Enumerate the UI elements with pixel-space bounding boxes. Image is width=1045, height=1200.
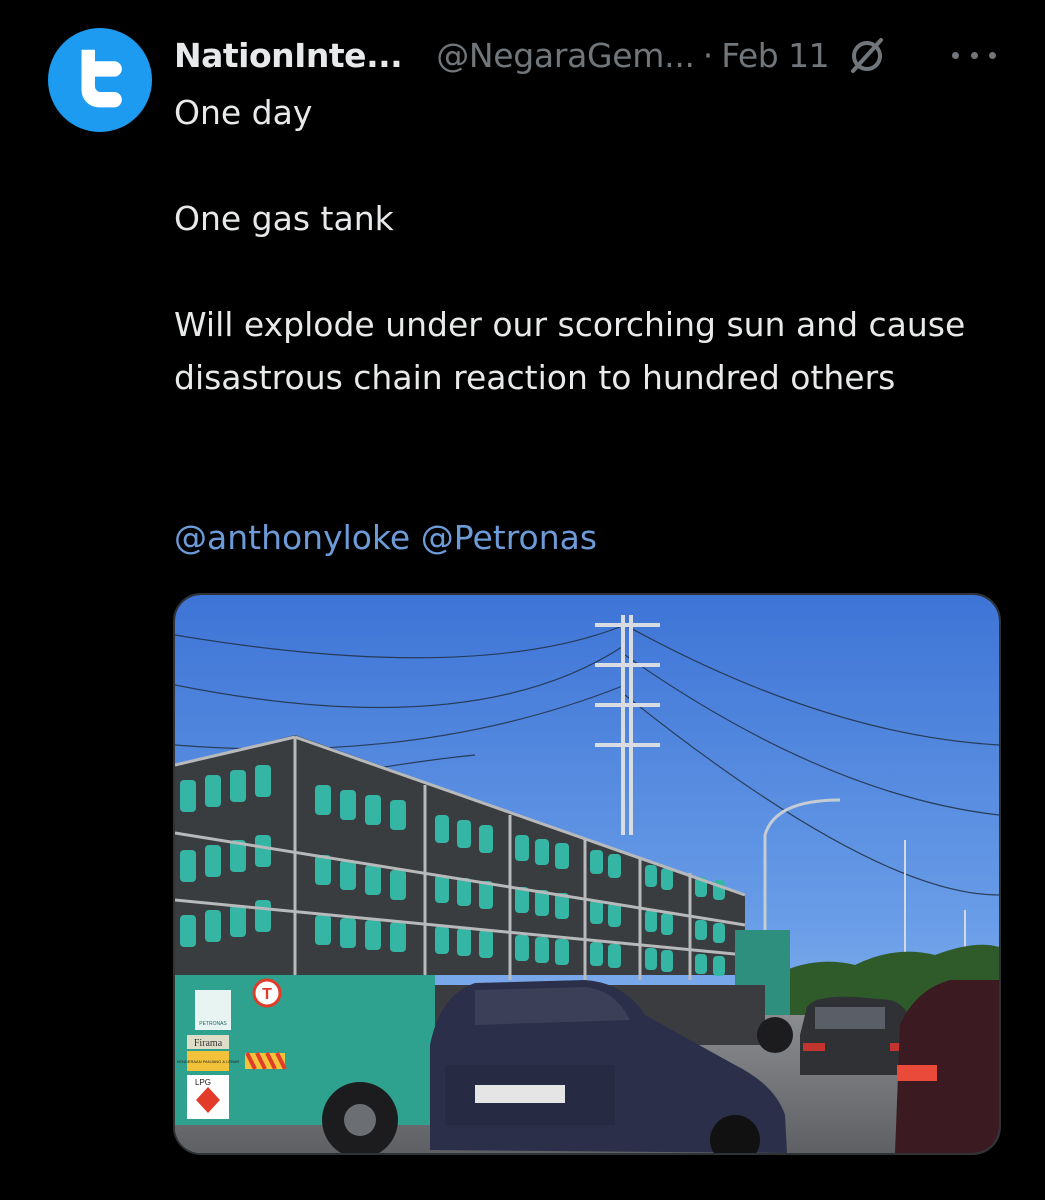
tweet[interactable]: NationInte... @NegaraGem... · Feb 11 One… [0, 0, 1045, 1200]
no-entry-icon [847, 35, 887, 75]
separator-dot: · [702, 35, 714, 75]
tweet-line: One gas tank [174, 199, 394, 238]
mention-link[interactable]: @Petronas [421, 518, 597, 557]
tweet-line: Will explode under our scorching sun and… [174, 305, 966, 397]
tweet-text: One day One gas tank Will explode under … [174, 86, 994, 404]
avatar[interactable] [48, 28, 152, 132]
more-dots-icon[interactable] [952, 45, 1004, 65]
t-sign: T [262, 986, 272, 1003]
mentions: @anthonyloke @Petronas [174, 511, 597, 564]
brand-label: PETRONAS [199, 1021, 227, 1027]
user-handle[interactable]: @NegaraGem... [436, 36, 695, 75]
display-name[interactable]: NationInte... [174, 36, 403, 75]
tweet-header: NationInte... @NegaraGem... · Feb 11 [174, 30, 1004, 80]
twitter-t-logo-icon [81, 49, 122, 108]
tweet-line: One day [174, 93, 313, 132]
mention-link[interactable]: @anthonyloke [174, 518, 410, 557]
lpg-label: LPG [195, 1078, 211, 1087]
panel-label: KENDERAAN PANJANG & LEBAR [177, 1059, 240, 1064]
company-label: Firama [194, 1038, 223, 1049]
photo-scene: T PETRONAS Firama KENDERAAN PANJANG & LE… [175, 595, 999, 1153]
tweet-photo[interactable]: T PETRONAS Firama KENDERAAN PANJANG & LE… [173, 593, 1001, 1155]
tweet-date[interactable]: Feb 11 [721, 36, 829, 75]
